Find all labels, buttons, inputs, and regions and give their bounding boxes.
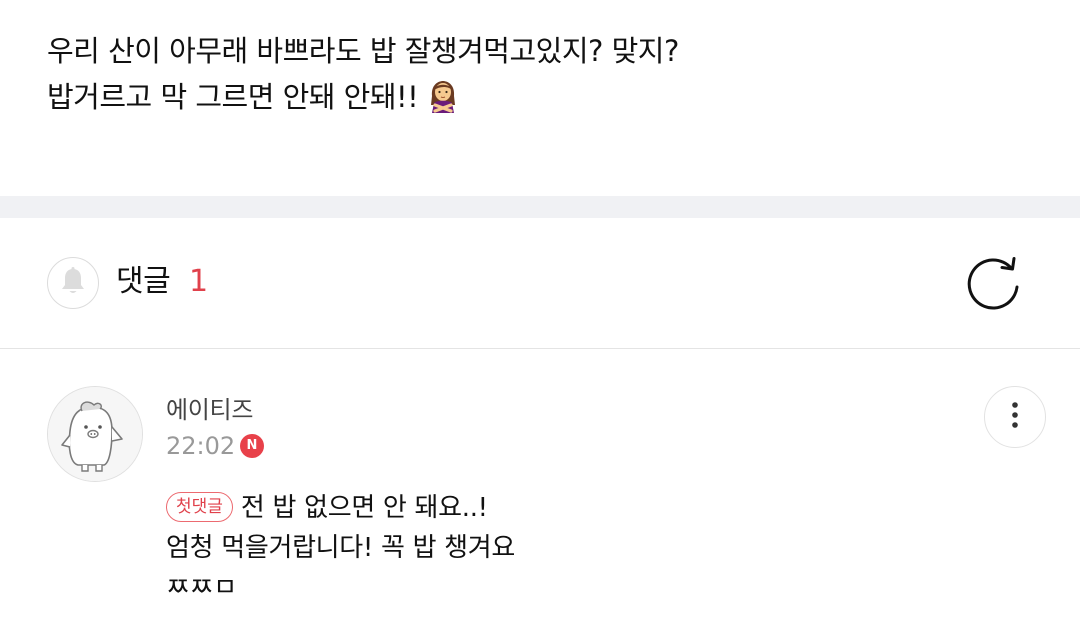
new-badge: N — [240, 434, 264, 458]
comment-line-3: ㅉㅉㅁ — [166, 573, 237, 603]
comment-author[interactable]: 에이티즈 — [166, 395, 253, 425]
bell-icon — [59, 266, 87, 300]
post-line-1: 우리 산이 아무래 바쁘라도 밥 잘챙겨먹고있지? 맞지? — [47, 34, 679, 68]
refresh-icon — [964, 252, 1026, 318]
more-vertical-icon — [1011, 401, 1019, 433]
first-comment-badge: 첫댓글 — [166, 492, 233, 522]
comment-line-2: 엄청 먹을거랍니다! 꼭 밥 챙겨요 — [166, 533, 516, 563]
comment-line-1: 첫댓글 전 밥 없으면 안 돼요..! — [166, 488, 966, 528]
comment-item: 에이티즈 22:02 N 첫댓글 전 밥 없으면 안 돼요..! 엄청 먹을거랍니… — [0, 349, 1080, 625]
avatar[interactable] — [47, 386, 143, 482]
notification-bell-button[interactable] — [47, 257, 99, 309]
post-line-2: 밥거르고 막 그르면 안돼 안돼!! — [47, 74, 1027, 120]
comment-line-1-text: 전 밥 없으면 안 돼요..! — [240, 493, 488, 523]
woman-gesturing-no-emoji-icon — [426, 79, 460, 113]
ateez-character-avatar-icon — [48, 387, 142, 481]
section-divider — [0, 196, 1080, 218]
comments-header: 댓글 1 — [0, 218, 1080, 349]
comment-time: 22:02 — [166, 432, 236, 460]
comment-more-button[interactable] — [984, 386, 1046, 448]
post-line-2-text: 밥거르고 막 그르면 안돼 안돼!! — [47, 80, 419, 114]
comments-title: 댓글 — [116, 264, 171, 299]
refresh-button[interactable] — [962, 252, 1028, 318]
post-body: 우리 산이 아무래 바쁘라도 밥 잘챙겨먹고있지? 맞지? 밥거르고 막 그르면… — [47, 28, 1027, 120]
comments-count: 1 — [189, 264, 209, 299]
comment-text: 첫댓글 전 밥 없으면 안 돼요..! 엄청 먹을거랍니다! 꼭 밥 챙겨요 ㅉㅉ… — [166, 488, 966, 608]
